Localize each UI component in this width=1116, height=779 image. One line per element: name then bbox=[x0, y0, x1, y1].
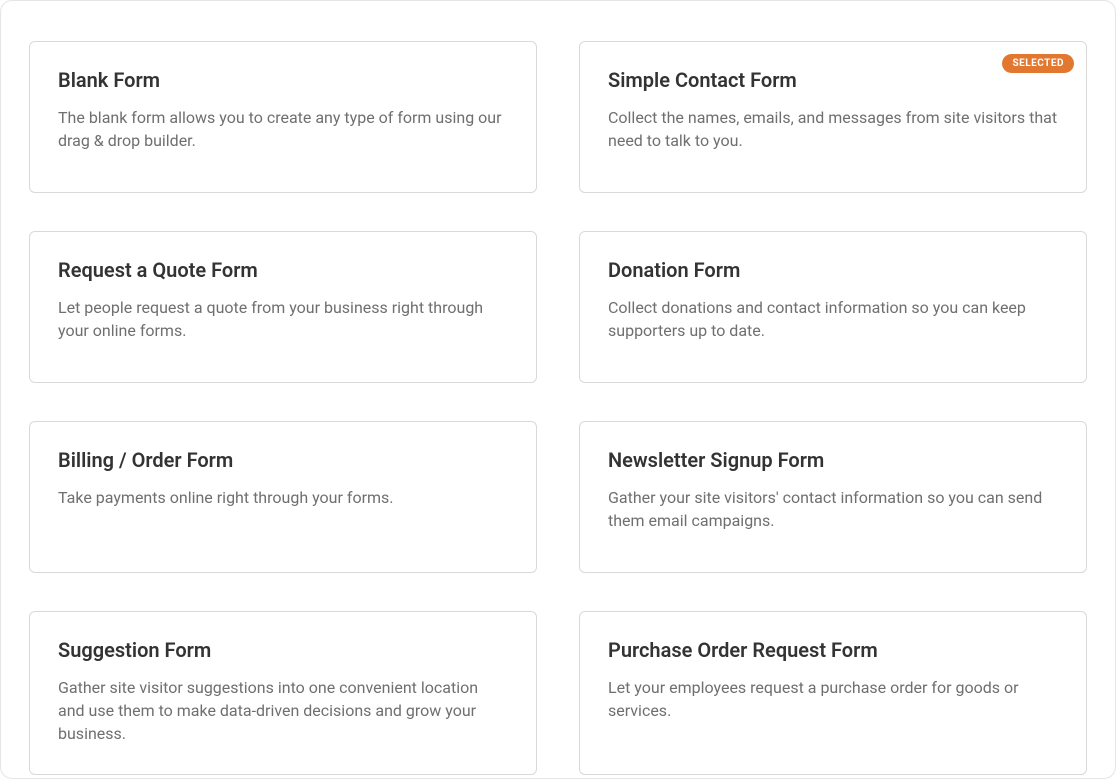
selected-badge: SELECTED bbox=[1002, 54, 1074, 73]
template-card-description: Let people request a quote from your bus… bbox=[58, 296, 508, 342]
template-card-title: Simple Contact Form bbox=[608, 68, 1058, 92]
template-card-description: The blank form allows you to create any … bbox=[58, 106, 508, 152]
template-card-title: Purchase Order Request Form bbox=[608, 638, 1058, 662]
template-card-description: Collect the names, emails, and messages … bbox=[608, 106, 1058, 152]
template-card-description: Gather your site visitors' contact infor… bbox=[608, 486, 1058, 532]
template-card-purchase-order-request-form[interactable]: Purchase Order Request Form Let your emp… bbox=[579, 611, 1087, 775]
template-card-title: Billing / Order Form bbox=[58, 448, 508, 472]
template-card-description: Take payments online right through your … bbox=[58, 486, 508, 509]
template-card-blank-form[interactable]: Blank Form The blank form allows you to … bbox=[29, 41, 537, 193]
template-card-billing-order-form[interactable]: Billing / Order Form Take payments onlin… bbox=[29, 421, 537, 573]
template-card-request-quote-form[interactable]: Request a Quote Form Let people request … bbox=[29, 231, 537, 383]
template-card-newsletter-signup-form[interactable]: Newsletter Signup Form Gather your site … bbox=[579, 421, 1087, 573]
template-card-suggestion-form[interactable]: Suggestion Form Gather site visitor sugg… bbox=[29, 611, 537, 775]
template-card-title: Blank Form bbox=[58, 68, 508, 92]
template-card-description: Let your employees request a purchase or… bbox=[608, 676, 1058, 722]
template-card-description: Gather site visitor suggestions into one… bbox=[58, 676, 508, 746]
template-grid: Blank Form The blank form allows you to … bbox=[29, 41, 1087, 775]
template-card-title: Newsletter Signup Form bbox=[608, 448, 1058, 472]
template-card-description: Collect donations and contact informatio… bbox=[608, 296, 1058, 342]
template-card-title: Request a Quote Form bbox=[58, 258, 508, 282]
template-card-title: Donation Form bbox=[608, 258, 1058, 282]
template-card-title: Suggestion Form bbox=[58, 638, 508, 662]
template-card-donation-form[interactable]: Donation Form Collect donations and cont… bbox=[579, 231, 1087, 383]
template-card-simple-contact-form[interactable]: SELECTED Simple Contact Form Collect the… bbox=[579, 41, 1087, 193]
